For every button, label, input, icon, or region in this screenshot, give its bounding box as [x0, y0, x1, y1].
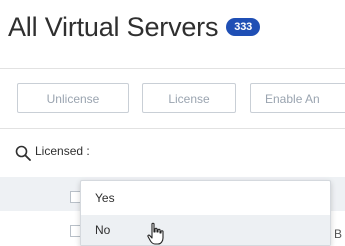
search-filter-bar[interactable]: Licensed : — [0, 128, 345, 178]
license-button[interactable]: License — [142, 83, 236, 113]
hand-pointer-icon — [147, 222, 164, 245]
search-filter-text[interactable]: Licensed : — [35, 144, 90, 158]
enable-button[interactable]: Enable An — [250, 83, 345, 113]
dropdown-option-yes[interactable]: Yes — [81, 183, 330, 213]
table-cell-text: B — [334, 227, 343, 241]
page-title-text: All Virtual Servers — [8, 12, 219, 42]
page-title: All Virtual Servers 333 — [8, 12, 261, 43]
unlicense-button[interactable]: Unlicense — [17, 83, 129, 113]
count-badge: 333 — [226, 17, 261, 36]
action-toolbar: Unlicense License Enable An — [0, 68, 345, 129]
licensed-filter-dropdown: Yes No — [80, 180, 331, 246]
dropdown-option-no[interactable]: No — [81, 215, 330, 245]
search-icon — [15, 145, 31, 161]
